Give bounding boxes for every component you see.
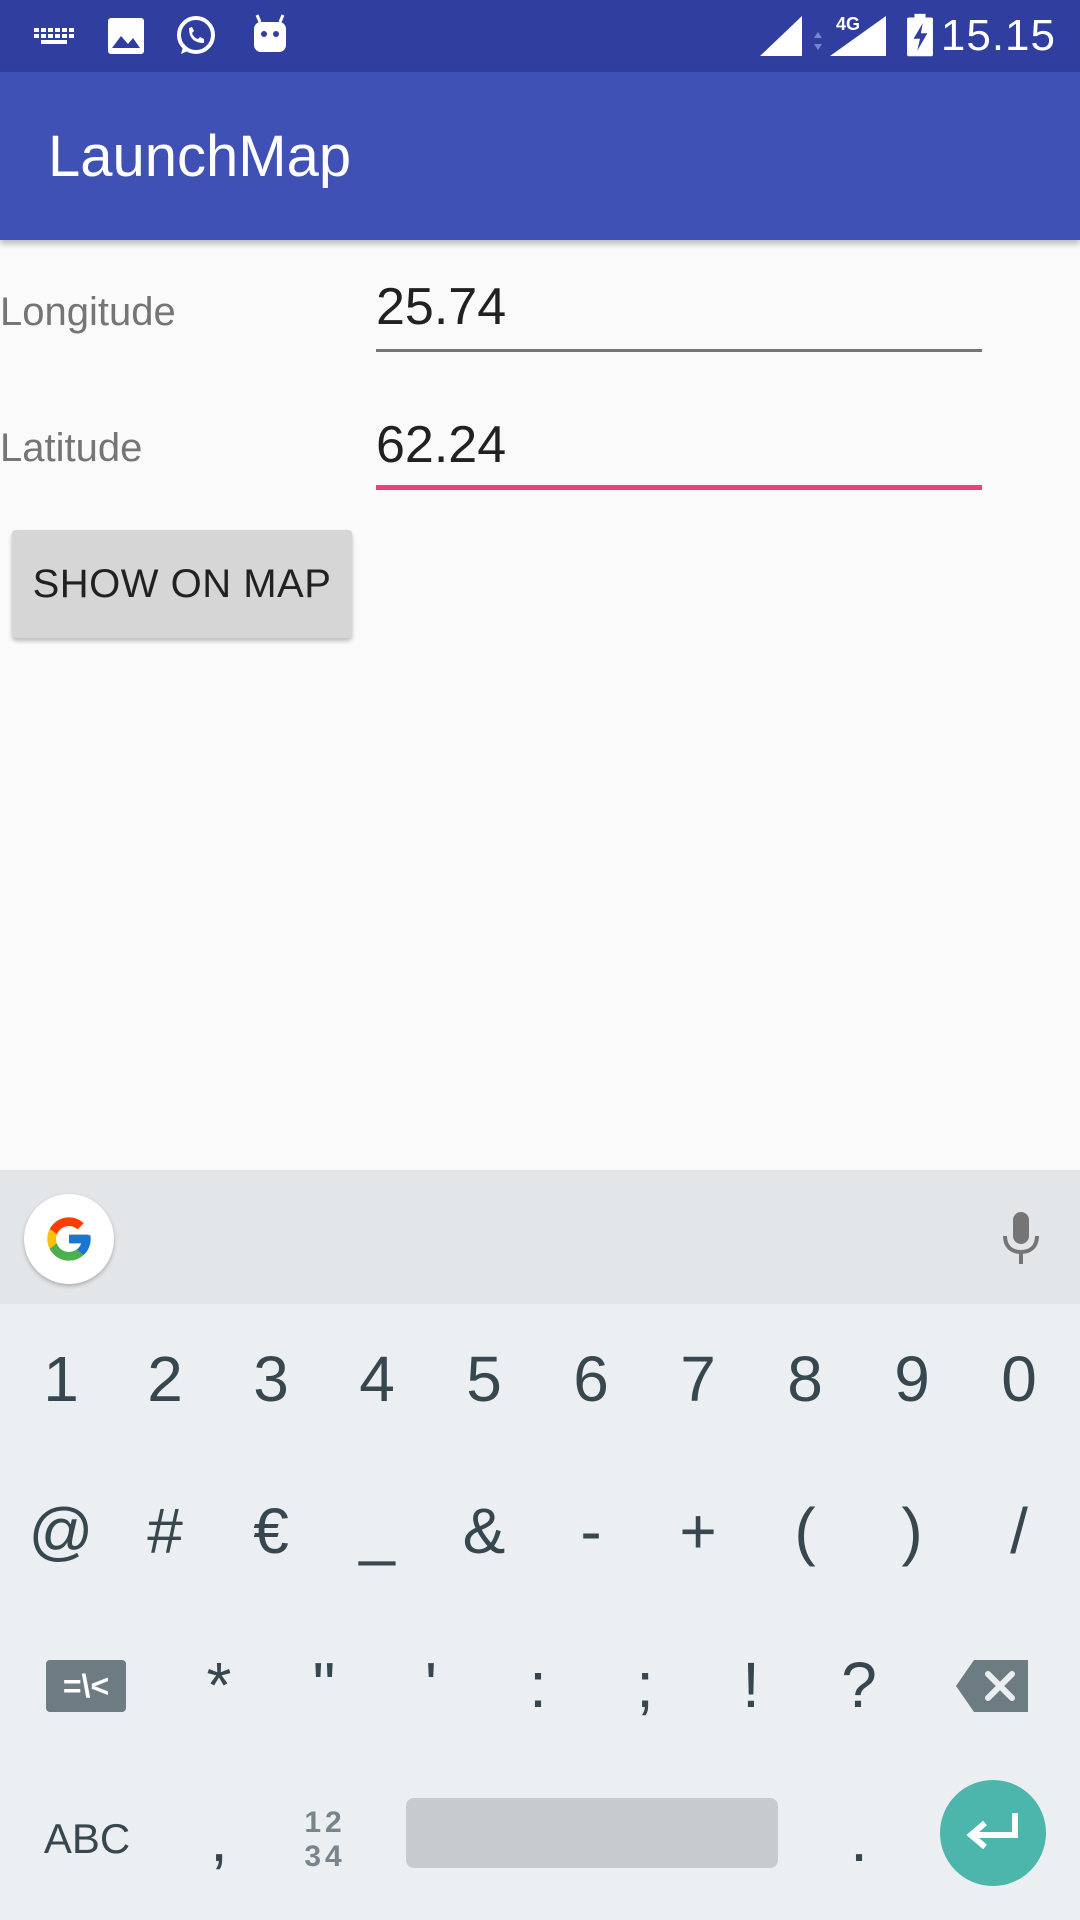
key-at[interactable]: @ <box>8 1456 114 1606</box>
key-open-paren[interactable]: ( <box>752 1456 858 1606</box>
key-4[interactable]: 4 <box>324 1304 430 1454</box>
keyboard-icon <box>34 28 74 44</box>
keyboard: 1 2 3 4 5 6 7 8 9 0 @ # € _ & - + ( ) / … <box>0 1304 1080 1920</box>
key-double-quote[interactable]: " <box>271 1610 377 1760</box>
numpad-key-bottom: 34 <box>304 1840 346 1873</box>
key-0[interactable]: 0 <box>966 1304 1072 1454</box>
latitude-label: Latitude <box>0 426 143 470</box>
latitude-underline-focused <box>376 485 982 490</box>
key-6[interactable]: 6 <box>538 1304 644 1454</box>
android-icon <box>254 14 286 52</box>
key-single-quote[interactable]: ' <box>378 1610 484 1760</box>
network-type-label: 4G <box>836 14 860 34</box>
enter-arrow-icon <box>966 1813 1018 1850</box>
key-ampersand[interactable]: & <box>431 1456 537 1606</box>
microphone-icon[interactable] <box>996 1210 1046 1270</box>
image-icon <box>108 18 144 54</box>
app-title: LaunchMap <box>48 124 352 189</box>
google-search-button[interactable] <box>24 1194 114 1284</box>
key-minus[interactable]: - <box>538 1456 644 1606</box>
key-8[interactable]: 8 <box>752 1304 858 1454</box>
signal-icon <box>760 16 802 56</box>
key-1[interactable]: 1 <box>8 1304 114 1454</box>
key-hash[interactable]: # <box>112 1456 218 1606</box>
status-bar: 4G 15.15 <box>0 0 1080 72</box>
key-5[interactable]: 5 <box>431 1304 537 1454</box>
key-9[interactable]: 9 <box>859 1304 965 1454</box>
app-bar: LaunchMap <box>0 72 1080 240</box>
latitude-value: 62.24 <box>376 416 507 474</box>
key-close-paren[interactable]: ) <box>859 1456 965 1606</box>
battery-charging-icon <box>907 13 933 57</box>
longitude-field[interactable]: 25.74 <box>376 272 982 352</box>
key-semicolon[interactable]: ; <box>592 1610 698 1760</box>
longitude-underline <box>376 349 982 352</box>
key-asterisk[interactable]: * <box>166 1610 272 1760</box>
backspace-icon[interactable] <box>956 1660 1030 1712</box>
more-symbols-key[interactable]: =\< <box>46 1660 126 1712</box>
numpad-key[interactable]: 12 34 <box>272 1764 378 1914</box>
key-colon[interactable]: : <box>485 1610 591 1760</box>
google-g-icon <box>47 1217 91 1261</box>
key-underscore[interactable]: _ <box>324 1456 430 1606</box>
key-3[interactable]: 3 <box>218 1304 324 1454</box>
show-on-map-button[interactable]: SHOW ON MAP <box>12 530 352 638</box>
key-comma[interactable]: , <box>166 1764 272 1914</box>
numpad-key-top: 12 <box>304 1806 346 1839</box>
longitude-value: 25.74 <box>376 278 507 336</box>
latitude-field[interactable]: 62.24 <box>376 410 982 490</box>
key-7[interactable]: 7 <box>645 1304 751 1454</box>
key-question[interactable]: ? <box>806 1610 912 1760</box>
key-period[interactable]: . <box>806 1764 912 1914</box>
key-plus[interactable]: + <box>645 1456 751 1606</box>
longitude-label: Longitude <box>0 290 176 334</box>
enter-key[interactable] <box>940 1780 1046 1886</box>
space-bar[interactable] <box>406 1798 778 1868</box>
key-exclamation[interactable]: ! <box>698 1610 804 1760</box>
abc-key[interactable]: ABC <box>32 1764 142 1914</box>
clock-time: 15.15 <box>940 11 1056 60</box>
key-slash[interactable]: / <box>966 1456 1072 1606</box>
key-2[interactable]: 2 <box>112 1304 218 1454</box>
signal-4g-icon: 4G <box>814 14 886 56</box>
whatsapp-icon <box>177 16 215 54</box>
keyboard-suggestion-bar <box>0 1170 1080 1304</box>
key-euro[interactable]: € <box>218 1456 324 1606</box>
